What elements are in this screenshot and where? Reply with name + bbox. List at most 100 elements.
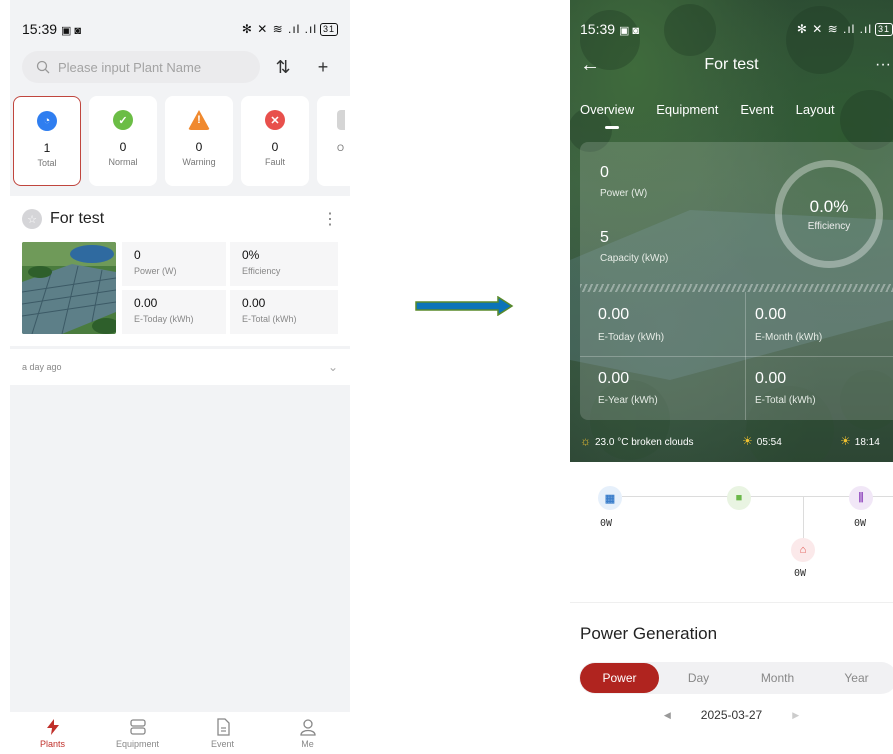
power-label: Power (W): [600, 188, 648, 199]
nav-label: Event: [210, 738, 234, 749]
home-power-value: 0W: [794, 568, 807, 579]
card-count: 1: [43, 141, 51, 155]
card-label: Warning: [182, 157, 216, 167]
pie-icon: ◔: [37, 111, 57, 131]
card-count: 0: [271, 140, 279, 154]
sunrise-icon: ☀: [742, 434, 753, 448]
status-card-total[interactable]: ◔ 1 Total: [13, 96, 81, 186]
fault-icon: ✕: [265, 110, 285, 130]
sort-icon[interactable]: ⇅: [266, 57, 300, 78]
grid-tower-icon[interactable]: ⫼: [849, 486, 873, 510]
check-icon: ✓: [113, 110, 133, 130]
plant-card[interactable]: ☆ For test ⋮ 0 Power (W) 0% Efficiency 0…: [10, 196, 350, 346]
home-icon[interactable]: ⌂: [791, 538, 815, 562]
metric-label: E-Total (kWh): [242, 314, 297, 324]
nav-label: Me: [301, 738, 314, 749]
search-input[interactable]: Please input Plant Name: [22, 51, 260, 83]
detail-tabs: Overview Equipment Event Layout: [580, 102, 835, 129]
emonth-value: 0.00: [755, 306, 787, 323]
comparison-stage: 15:39 ▣ ◙ ✻ ✕ ≋ .ıl .ıl 31 Please input …: [0, 0, 893, 754]
nav-plants[interactable]: Plants: [18, 718, 88, 749]
metric-label: Efficiency: [242, 266, 281, 276]
power-value: 0: [600, 164, 609, 181]
server-icon: [129, 718, 146, 735]
etoday-value: 0.00: [598, 306, 630, 323]
battery-icon: 31: [874, 22, 893, 36]
tab-layout[interactable]: Layout: [796, 102, 835, 117]
status-card-normal[interactable]: ✓ 0 Normal: [89, 96, 157, 186]
plant-updated-row[interactable]: a day ago ⌄: [10, 349, 350, 385]
section-divider: [570, 602, 893, 603]
sunset-info: ☀ 18:14: [840, 434, 880, 448]
updated-time: a day ago: [22, 362, 62, 372]
segment-power[interactable]: Power: [580, 663, 659, 693]
efficiency-label: Efficiency: [807, 220, 851, 232]
efficiency-ring: 0.0% Efficiency: [775, 160, 883, 268]
status-card-fault[interactable]: ✕ 0 Fault: [241, 96, 309, 186]
status-time: 15:39 ▣ ◙: [580, 21, 640, 37]
offline-icon: [337, 110, 345, 130]
grid-power-value: 0W: [854, 518, 867, 529]
overview-hero: 15:39 ▣ ◙ ✻ ✕ ≋ .ıl .ıl 31 ← For test ··…: [570, 0, 893, 462]
metric-value: 0.00: [134, 296, 158, 310]
nav-label: Equipment: [115, 738, 160, 749]
capacity-value: 5: [600, 229, 609, 246]
selected-date[interactable]: 2025-03-27: [701, 708, 762, 722]
inverter-icon[interactable]: ■: [727, 486, 751, 510]
overview-panel: 0 Power (W) 5 Capacity (kWp) 0.0% Effici…: [580, 142, 893, 420]
status-cards: ◔ 1 Total ✓ 0 Normal ! 0 Warning ✕ 0 Fau…: [10, 86, 350, 186]
chevron-down-icon[interactable]: ⌄: [328, 360, 338, 374]
card-count: 0: [195, 140, 203, 154]
user-icon: [299, 718, 316, 736]
card-label: O: [337, 143, 345, 153]
etoday-label: E-Today (kWh): [598, 332, 665, 343]
more-vertical-icon[interactable]: ⋮: [322, 209, 338, 229]
eyear-value: 0.00: [598, 370, 630, 387]
bottom-nav: Plants Equipment Event Me: [10, 712, 350, 754]
metric-label: E-Today (kWh): [134, 314, 194, 324]
metric-value: 0%: [242, 248, 260, 262]
metric-value: 0.00: [242, 296, 266, 310]
grid-divider-horizontal: [580, 356, 893, 357]
segment-day[interactable]: Day: [659, 671, 738, 685]
page-title: For test: [704, 56, 759, 73]
back-arrow-icon[interactable]: ←: [580, 54, 600, 77]
transition-arrow-icon: [415, 296, 514, 316]
status-icons: ✻ ✕ ≋ .ıl .ıl 31: [797, 22, 893, 36]
title-bar: ← For test ···: [570, 50, 893, 80]
segment-year[interactable]: Year: [817, 671, 893, 685]
solar-panel-icon[interactable]: ▦: [598, 486, 622, 510]
tab-event[interactable]: Event: [740, 102, 773, 117]
add-icon[interactable]: +: [306, 57, 340, 78]
status-card-offline[interactable]: O: [317, 96, 350, 186]
tab-equipment[interactable]: Equipment: [656, 102, 718, 117]
nav-label: Plants: [39, 738, 65, 749]
more-horizontal-icon[interactable]: ···: [875, 56, 891, 74]
status-card-warning[interactable]: ! 0 Warning: [165, 96, 233, 186]
efficiency-value: 0.0%: [809, 196, 849, 216]
plant-header: ☆ For test ⋮: [10, 196, 350, 242]
document-icon: [216, 717, 230, 736]
plant-list-screen: 15:39 ▣ ◙ ✻ ✕ ≋ .ıl .ıl 31 Please input …: [10, 0, 350, 754]
metric-etotal: 0.00 E-Total (kWh): [230, 290, 338, 334]
card-label: Total: [37, 158, 57, 168]
metric-value: 0: [134, 248, 141, 262]
segment-month[interactable]: Month: [738, 671, 817, 685]
weather-info: ☼ 23.0 °C broken clouds: [580, 434, 694, 448]
tab-overview[interactable]: Overview: [580, 102, 634, 129]
nav-event[interactable]: Event: [188, 717, 258, 749]
etotal-label: E-Total (kWh): [755, 395, 816, 406]
previous-date-icon[interactable]: ◀: [664, 710, 671, 721]
metric-power: 0 Power (W): [122, 242, 226, 286]
nav-me[interactable]: Me: [273, 718, 343, 749]
cloud-sun-icon: ☼: [580, 434, 591, 448]
eyear-label: E-Year (kWh): [598, 395, 658, 406]
next-date-icon[interactable]: ▶: [792, 710, 799, 721]
sunset-icon: ☀: [840, 434, 851, 448]
plant-thumbnail: [22, 242, 116, 334]
plant-body: 0 Power (W) 0% Efficiency 0.00 E-Today (…: [10, 242, 350, 334]
nav-equipment[interactable]: Equipment: [103, 718, 173, 749]
status-bar: 15:39 ▣ ◙ ✻ ✕ ≋ .ıl .ıl 31: [10, 0, 350, 40]
date-navigator: ◀ 2025-03-27 ▶: [570, 708, 893, 722]
metric-label: Power (W): [134, 266, 177, 276]
